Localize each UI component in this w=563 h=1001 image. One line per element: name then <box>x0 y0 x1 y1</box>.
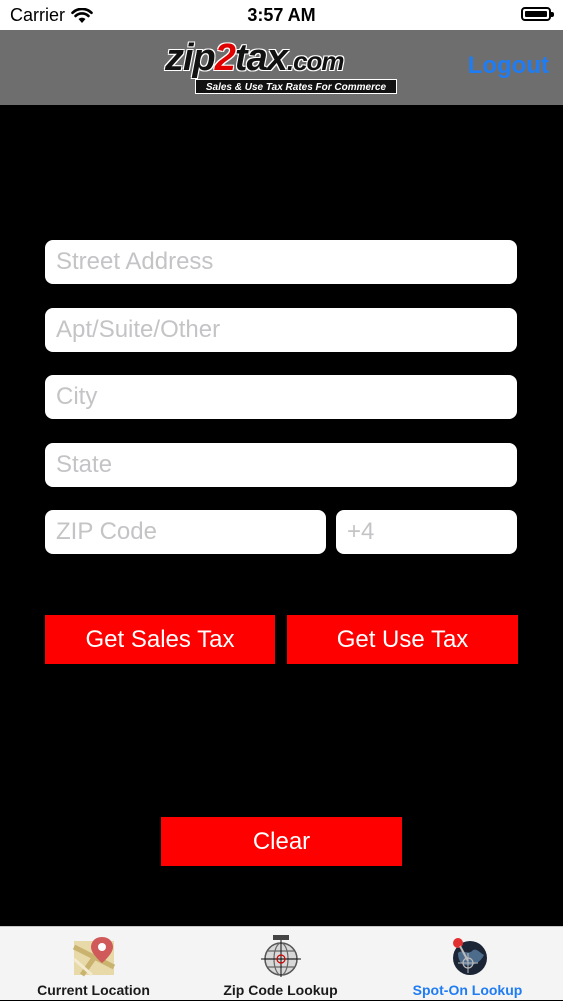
tab-label: Zip Code Lookup <box>223 982 338 998</box>
battery-icon <box>521 7 554 21</box>
logo-tagline: Sales & Use Tax Rates For Commerce <box>195 79 397 94</box>
nav-bar: zip2tax.com Sales & Use Tax Rates For Co… <box>0 30 563 105</box>
zip-code-input[interactable] <box>45 510 326 554</box>
tab-bar: Current Location Zip Code Lookup Spot-On… <box>0 926 563 1000</box>
status-bar: Carrier 3:57 AM <box>0 0 563 30</box>
map-pin-icon <box>72 937 115 977</box>
status-time: 3:57 AM <box>247 5 316 25</box>
street-address-input[interactable] <box>45 240 517 284</box>
logo-wordmark: zip2tax.com <box>165 36 345 83</box>
city-input[interactable] <box>45 375 517 419</box>
tab-label: Spot-On Lookup <box>412 982 523 998</box>
spot-on-globe-icon <box>452 938 487 975</box>
tab-label: Current Location <box>37 982 150 998</box>
apt-suite-input[interactable] <box>45 308 517 352</box>
tab-current-location[interactable]: Current Location <box>0 927 187 1001</box>
clear-button[interactable]: Clear <box>161 817 402 866</box>
logo-two: 2 <box>214 37 236 79</box>
zip2tax-logo: zip2tax.com Sales & Use Tax Rates For Co… <box>165 37 400 97</box>
logout-button[interactable]: Logout <box>468 52 549 80</box>
logo-dotcom: .com <box>286 46 345 76</box>
get-sales-tax-button[interactable]: Get Sales Tax <box>45 615 275 664</box>
logo-zip: zip <box>165 37 216 79</box>
zip-globe-icon <box>260 935 301 977</box>
tab-zip-code-lookup[interactable]: Zip Code Lookup <box>187 927 374 1001</box>
logo-tax: tax <box>234 37 288 79</box>
tab-spot-on-lookup[interactable]: Spot-On Lookup <box>374 927 561 1001</box>
get-use-tax-button[interactable]: Get Use Tax <box>287 615 518 664</box>
state-input[interactable] <box>45 443 517 487</box>
zip-plus4-input[interactable] <box>336 510 517 554</box>
